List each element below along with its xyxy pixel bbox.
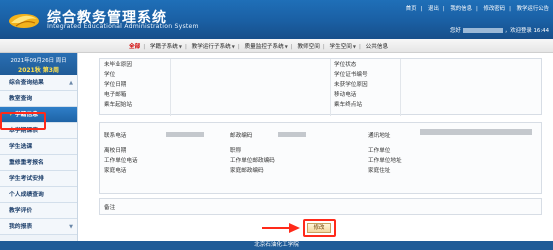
chevron-down-icon: ▼ [69, 224, 73, 230]
degree-info-panel: 未毕业原因 学位状态 学位 学位证书编号 学位日期 未获学位原因 电子邮箱 移动电话 乘… [99, 58, 542, 116]
masked-contact-phone [166, 132, 204, 137]
label-not-graduated-reason: 未毕业原因 [104, 62, 132, 68]
label-ride-start: 乘车起始站 [104, 102, 132, 108]
my-info-link[interactable]: 我的信息 [450, 6, 472, 12]
label-contact-phone: 联系电话 [104, 133, 127, 139]
label-work-phone: 工作单位电话 [104, 158, 138, 164]
main-menu-bar: 全部 | 学籍子系统▼ | 教学运行子系统▼ | 质量监控子系统▼ | 教师空间 | 学生… [0, 39, 553, 53]
label-degree-date: 学位日期 [104, 82, 127, 88]
sidebar-item-retake-registration[interactable]: 重修重考报名 [0, 155, 77, 171]
sidebar-item-grades[interactable]: 个人成绩查询 [0, 187, 77, 203]
masked-username [462, 28, 503, 33]
announcement-link[interactable]: 教学运行公告 [517, 6, 549, 12]
label-home-phone: 家庭电话 [104, 168, 127, 174]
red-arrow-icon [262, 223, 300, 233]
label-degree-cert-no: 学位证书编号 [334, 72, 368, 78]
main-content: 未毕业原因 学位状态 学位 学位证书编号 学位日期 未获学位原因 电子邮箱 移动电话 乘… [84, 53, 550, 241]
label-degree-status: 学位状态 [334, 62, 357, 68]
date-box: 2021年09月26日 周日 2021秋 第3周 [0, 53, 77, 75]
masked-mail-address [420, 129, 532, 135]
label-ride-end: 乘车终点站 [334, 102, 362, 108]
menu-all[interactable]: 全部 [126, 42, 143, 50]
menu-public-info[interactable]: 公共信息 [363, 42, 391, 50]
highlight-box-student-status [0, 112, 46, 130]
semester-label: 2021秋 第3周 [18, 67, 59, 74]
menu-teaching-operation[interactable]: 教学运行子系统▼ [189, 42, 238, 50]
sidebar-item-classroom-query[interactable]: 教室查询 [0, 91, 77, 107]
sidebar-item-course-selection[interactable]: 学生选课 [0, 139, 77, 155]
label-mobile: 移动电话 [334, 92, 357, 98]
sidebar-item-comprehensive-query[interactable]: 综合查询结果 ▲ [0, 75, 77, 91]
welcome-text: 您好 ，欢迎登录 16:44 [450, 28, 549, 34]
sidebar-item-my-reports[interactable]: 我的报表 ▼ [0, 219, 77, 235]
label-home-address: 家庭住址 [368, 168, 391, 174]
label-remark: 备注 [104, 205, 116, 211]
label-email: 电子邮箱 [104, 92, 127, 98]
footer-bar: 北京石油化工学院 [0, 241, 553, 250]
label-work-unit: 工作单位 [368, 148, 391, 154]
label-mail-address: 通讯地址 [368, 133, 391, 139]
sidebar-item-teaching-evaluation[interactable]: 教学评价 [0, 203, 77, 219]
masked-postal-code [278, 132, 306, 137]
label-no-degree-reason: 未获学位原因 [334, 82, 368, 88]
chevron-down-icon: ▲ [69, 80, 73, 86]
label-degree: 学位 [104, 72, 116, 78]
modify-button[interactable]: 修改 [307, 223, 331, 233]
logout-link[interactable]: 退出 [428, 6, 439, 12]
label-title: 职称 [230, 148, 242, 154]
menu-quality-monitor[interactable]: 质量监控子系统▼ [242, 42, 291, 50]
change-password-link[interactable]: 修改密码 [484, 6, 506, 12]
top-links: 首页 | 退出 | 我的信息 | 修改密码 | 教学运行公告 [405, 6, 549, 12]
label-home-postal: 家庭邮政编码 [230, 168, 264, 174]
menu-student-space[interactable]: 学生空间▼ [327, 42, 359, 50]
sidebar-item-exam-schedule[interactable]: 学生考试安排 [0, 171, 77, 187]
label-work-address: 工作单位地址 [368, 158, 402, 164]
menu-teacher-space[interactable]: 教师空间 [294, 42, 322, 50]
contact-info-panel: 联系电话 邮政编码 通讯地址 离校日期 职称 工作单位 工作单位电话 工作单位邮… [99, 122, 542, 194]
label-postal-code: 邮政编码 [230, 133, 253, 139]
left-sidebar: 2021年09月26日 周日 2021秋 第3周 综合查询结果 ▲ 教室查询 ✓学… [0, 53, 78, 241]
home-link[interactable]: 首页 [406, 6, 417, 12]
header-bar: 综合教务管理系统 Integrated Educational Administ… [0, 0, 553, 39]
label-leave-date: 离校日期 [104, 148, 127, 154]
school-logo-icon [9, 14, 39, 28]
sidebar-nav: 综合查询结果 ▲ 教室查询 ✓学籍信息 本学期课表 学生选课 重修重考报名 学生考… [0, 75, 77, 235]
label-work-postal: 工作单位邮政编码 [230, 158, 275, 164]
date-line: 2021年09月26日 周日 [10, 58, 67, 64]
menu-student-status[interactable]: 学籍子系统▼ [147, 42, 185, 50]
remark-panel: 备注 [99, 198, 542, 215]
system-subtitle: Integrated Educational Administration Sy… [47, 23, 199, 30]
